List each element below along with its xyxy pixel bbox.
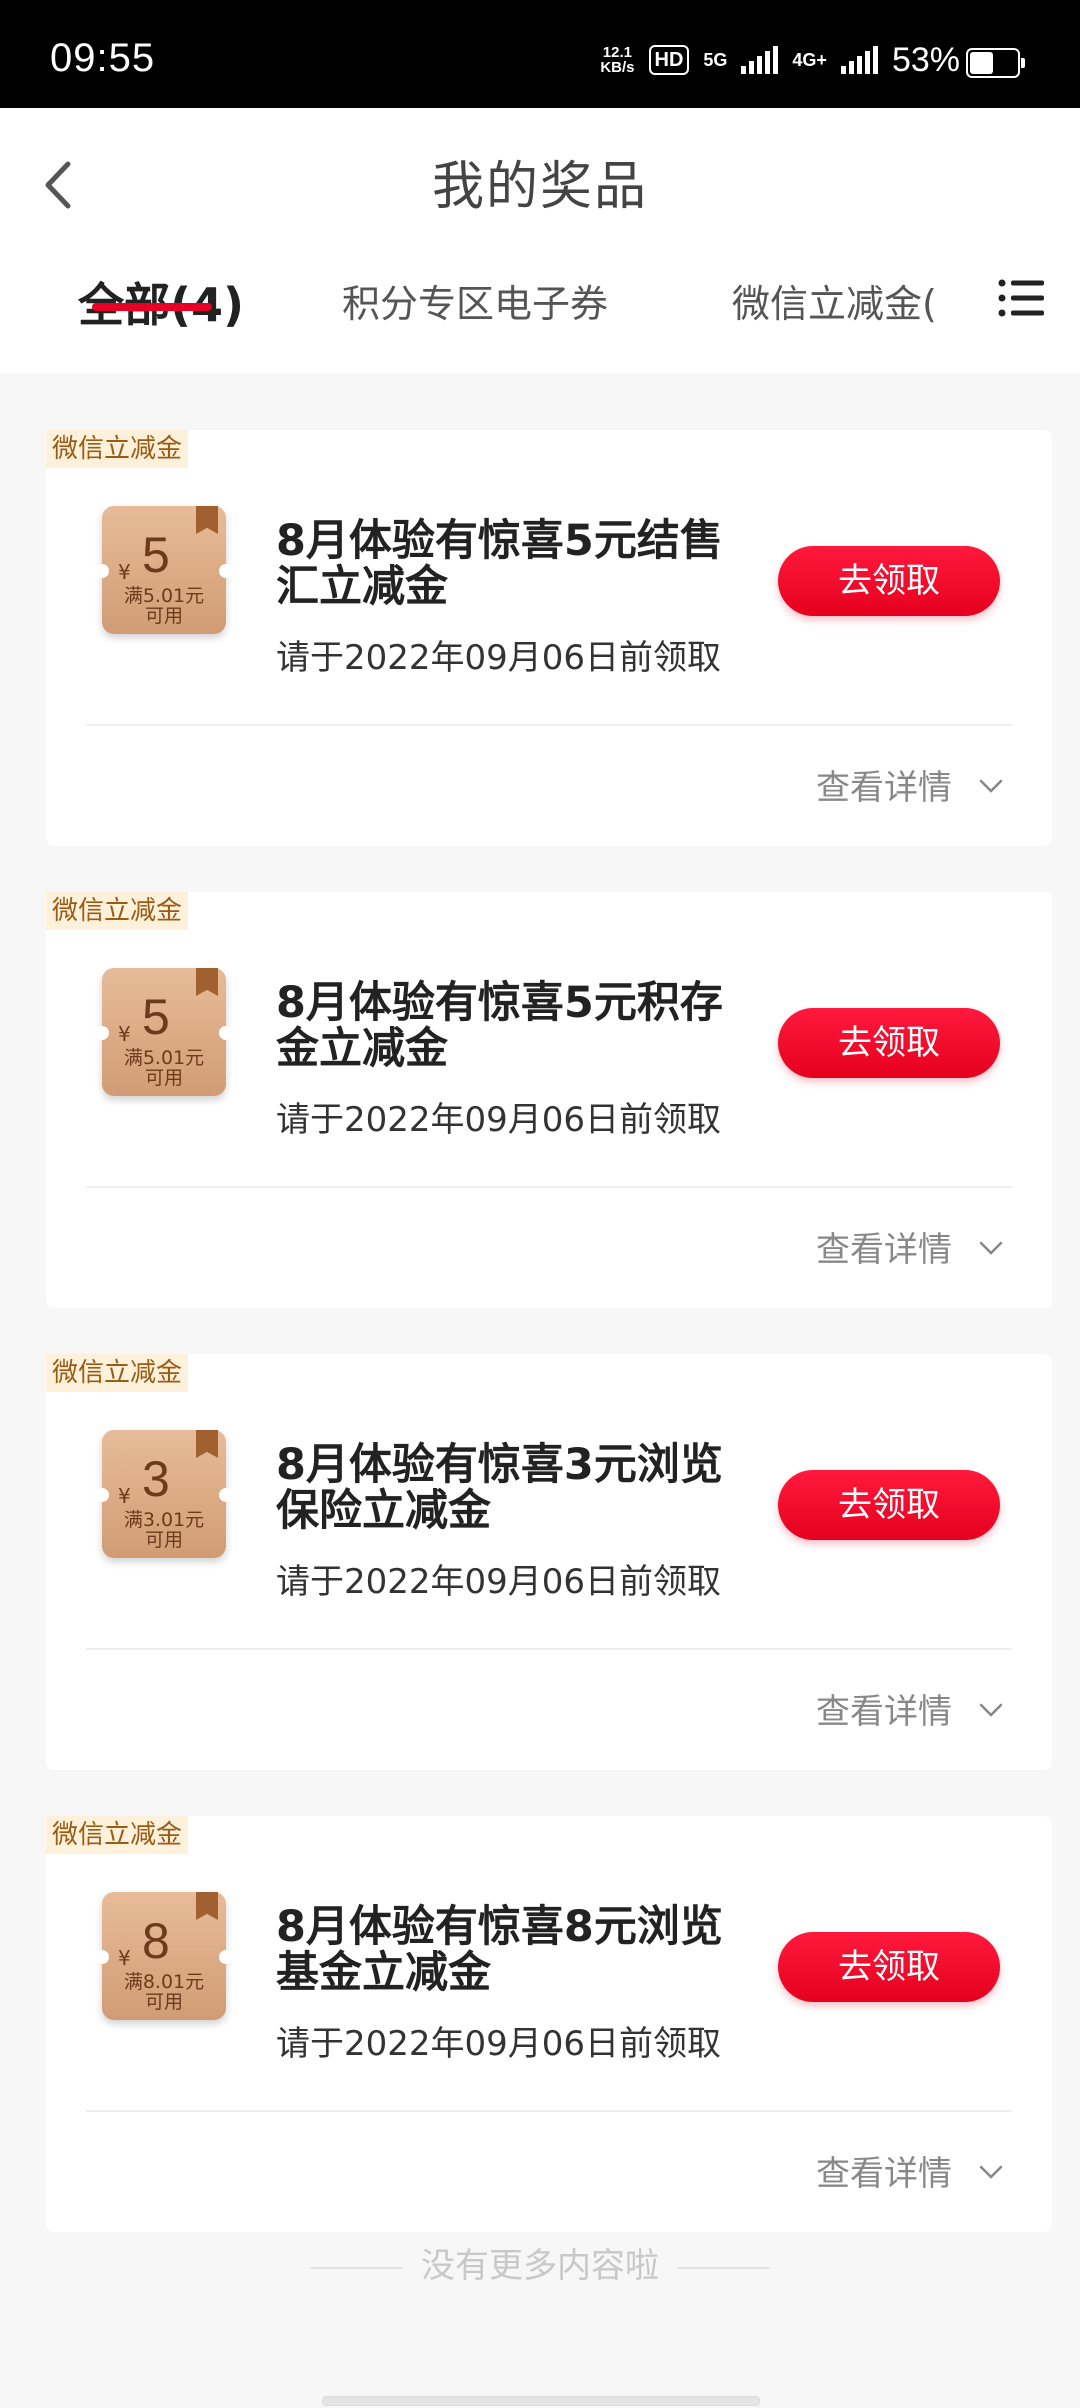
network-4g-label: 4G+ (792, 49, 827, 70)
coupon-amount: 3 (142, 1451, 170, 1507)
prize-deadline: 请于2022年09月06日前领取 (276, 638, 722, 678)
chevron-down-icon[interactable] (978, 776, 1004, 796)
coupon-usable: 可用 (144, 1067, 183, 1089)
tab-all[interactable]: 全部(4) (78, 269, 244, 335)
signal-strength-icon-2 (840, 46, 878, 74)
divider (86, 1648, 1012, 1650)
prize-card: 微信立减金 ¥ 3 满3.01元 可用 8月体验有惊喜3元浏览保险立减金 请于2… (46, 1354, 1052, 1770)
chevron-down-icon[interactable] (978, 2162, 1004, 2182)
page-title: 我的奖品 (431, 157, 648, 217)
coupon-amount: 5 (142, 989, 170, 1045)
prize-deadline: 请于2022年09月06日前领取 (276, 1100, 722, 1140)
divider (86, 1186, 1012, 1188)
status-time: 09:55 (50, 36, 156, 80)
prize-card: 微信立减金 ¥ 5 满5.01元 可用 8月体验有惊喜5元积存金立减金 请于20… (46, 892, 1052, 1308)
coupon-usable: 可用 (144, 1991, 183, 2013)
hd-voice-icon: HD (648, 45, 690, 75)
coupon-badge: ¥ 5 满5.01元 可用 (95, 506, 233, 634)
tab-menu-button[interactable] (998, 278, 1044, 318)
signal-strength-icon (741, 46, 779, 74)
tab-wechat-discount[interactable]: 微信立减金( (732, 273, 938, 328)
tab-points-coupons[interactable]: 积分专区电子券 (342, 273, 608, 328)
chevron-down-icon[interactable] (978, 1700, 1004, 1720)
status-indicators: 12.1 KB/s HD 5G 4G+ 53% (600, 40, 960, 80)
page-header: 我的奖品 全部(4) 积分专区电子券 微信立减金( (0, 108, 1080, 373)
prize-category-tag: 微信立减金 (46, 430, 189, 468)
chevron-down-icon[interactable] (978, 1238, 1004, 1258)
coupon-condition: 满8.01元 (123, 1971, 205, 1993)
claim-button[interactable]: 去领取 (778, 546, 1000, 616)
view-details-link[interactable]: 查看详情 (816, 1684, 952, 1733)
active-tab-indicator (92, 303, 212, 311)
coupon-condition: 满3.01元 (123, 1509, 205, 1531)
prize-card: 微信立减金 ¥ 8 满8.01元 可用 8月体验有惊喜8元浏览基金立减金 请于2… (46, 1816, 1052, 2232)
prize-title: 8月体验有惊喜5元积存金立减金 (276, 978, 723, 1074)
view-details-link[interactable]: 查看详情 (816, 1222, 952, 1271)
prize-category-tag: 微信立减金 (46, 892, 189, 930)
prize-deadline: 请于2022年09月06日前领取 (276, 2024, 722, 2064)
divider (86, 724, 1012, 726)
coupon-ribbon-icon (196, 968, 218, 996)
currency-symbol: ¥ (118, 560, 131, 584)
claim-button[interactable]: 去领取 (778, 1470, 1000, 1540)
coupon-condition: 满5.01元 (123, 1047, 205, 1069)
battery-level (970, 52, 993, 74)
battery-percent: 53% (891, 40, 960, 79)
status-bar: 09:55 12.1 KB/s HD 5G 4G+ 53% (0, 0, 1080, 108)
prize-title: 8月体验有惊喜8元浏览基金立减金 (276, 1902, 723, 1998)
prize-category-tag: 微信立减金 (46, 1816, 189, 1854)
coupon-badge: ¥ 5 满5.01元 可用 (95, 968, 233, 1096)
coupon-condition: 满5.01元 (123, 585, 205, 607)
claim-button[interactable]: 去领取 (778, 1008, 1000, 1078)
currency-symbol: ¥ (118, 1484, 131, 1508)
divider (86, 2110, 1012, 2112)
coupon-badge: ¥ 3 满3.01元 可用 (95, 1430, 233, 1558)
coupon-ribbon-icon (196, 506, 218, 534)
battery-icon (966, 48, 1025, 78)
prize-title: 8月体验有惊喜3元浏览保险立减金 (276, 1440, 723, 1536)
coupon-ribbon-icon (196, 1892, 218, 1920)
network-speed: 12.1 KB/s (600, 44, 635, 76)
view-details-link[interactable]: 查看详情 (816, 760, 952, 809)
prize-deadline: 请于2022年09月06日前领取 (276, 1562, 722, 1602)
currency-symbol: ¥ (118, 1946, 131, 1970)
currency-symbol: ¥ (118, 1022, 131, 1046)
coupon-usable: 可用 (144, 605, 183, 627)
coupon-usable: 可用 (144, 1529, 183, 1551)
list-end-message: 没有更多内容啦 (0, 2238, 1080, 2287)
coupon-ribbon-icon (196, 1430, 218, 1458)
view-details-link[interactable]: 查看详情 (816, 2146, 952, 2195)
prize-title: 8月体验有惊喜5元结售汇立减金 (276, 516, 723, 612)
claim-button[interactable]: 去领取 (778, 1932, 1000, 2002)
prize-card: 微信立减金 ¥ 5 满5.01元 可用 8月体验有惊喜5元结售汇立减金 请于20… (46, 430, 1052, 846)
list-menu-icon (998, 279, 1044, 317)
coupon-badge: ¥ 8 满8.01元 可用 (95, 1892, 233, 2020)
prize-category-tag: 微信立减金 (46, 1354, 189, 1392)
tab-bar: 全部(4) 积分专区电子券 微信立减金( (0, 273, 1080, 373)
network-5g-label: 5G (703, 49, 728, 70)
coupon-amount: 8 (142, 1913, 170, 1969)
home-indicator[interactable] (322, 2396, 760, 2406)
coupon-amount: 5 (142, 527, 170, 583)
